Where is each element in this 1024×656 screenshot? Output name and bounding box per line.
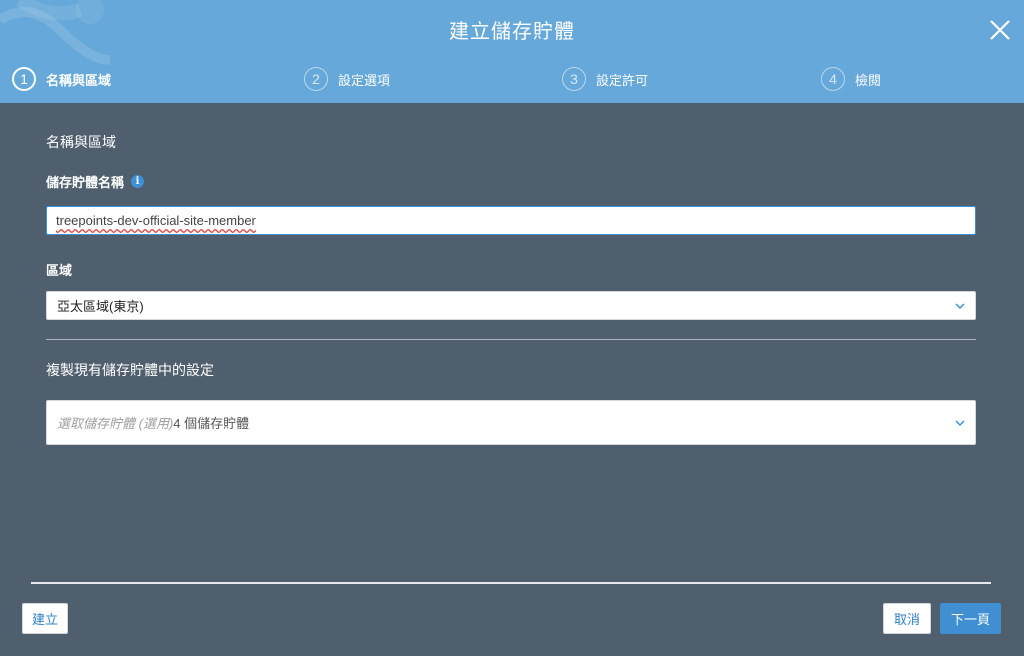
wizard-steps: 1 名稱與區域 2 設定選項 3 設定許可 4 檢閱 (0, 64, 1024, 94)
footer-divider (31, 582, 991, 584)
chevron-down-icon (955, 419, 965, 426)
copy-bucket-placeholder: 選取儲存貯體 (選用) (57, 416, 174, 431)
copy-settings-title: 複製現有儲存貯體中的設定 (46, 362, 214, 378)
region-select[interactable]: 亞太區域(東京) (46, 291, 976, 320)
copy-bucket-select[interactable]: 選取儲存貯體 (選用) 4 個儲存貯體 (46, 400, 976, 445)
step-label: 設定許可 (596, 72, 649, 88)
info-icon[interactable]: i (131, 175, 145, 188)
region-label: 區域 (46, 263, 73, 278)
step-number: 4 (821, 67, 845, 91)
step-name-and-region[interactable]: 1 名稱與區域 (12, 64, 111, 94)
step-number: 2 (304, 67, 328, 91)
create-button[interactable]: 建立 (22, 603, 68, 634)
step-label: 檢閱 (855, 72, 882, 88)
step-number: 3 (562, 67, 586, 91)
step-label: 名稱與區域 (46, 72, 112, 88)
step-set-permissions[interactable]: 3 設定許可 (562, 64, 648, 94)
close-icon[interactable] (986, 16, 1014, 44)
step-review[interactable]: 4 檢閱 (821, 64, 881, 94)
chevron-down-icon (955, 302, 965, 309)
region-selected-value: 亞太區域(東京) (57, 299, 144, 314)
modal-title: 建立儲存貯體 (449, 21, 575, 43)
modal-body: 名稱與區域 儲存貯體名稱 i treepoints-dev-official-s… (0, 103, 1024, 656)
step-configure-options[interactable]: 2 設定選項 (304, 64, 390, 94)
section-divider (46, 339, 976, 340)
modal-header: 建立儲存貯體 1 名稱與區域 2 設定選項 3 設定許可 4 檢閱 (0, 0, 1024, 103)
bucket-name-input[interactable]: treepoints-dev-official-site-member (46, 206, 976, 235)
bucket-name-label-text: 儲存貯體名稱 (46, 175, 125, 190)
section-title: 名稱與區域 (46, 134, 116, 150)
step-label: 設定選項 (338, 72, 391, 88)
next-button[interactable]: 下一頁 (940, 603, 1001, 634)
step-number: 1 (12, 67, 36, 91)
cancel-button[interactable]: 取消 (883, 603, 931, 634)
bucket-name-label: 儲存貯體名稱 i (46, 172, 145, 191)
bucket-count: 4 個儲存貯體 (173, 416, 250, 431)
